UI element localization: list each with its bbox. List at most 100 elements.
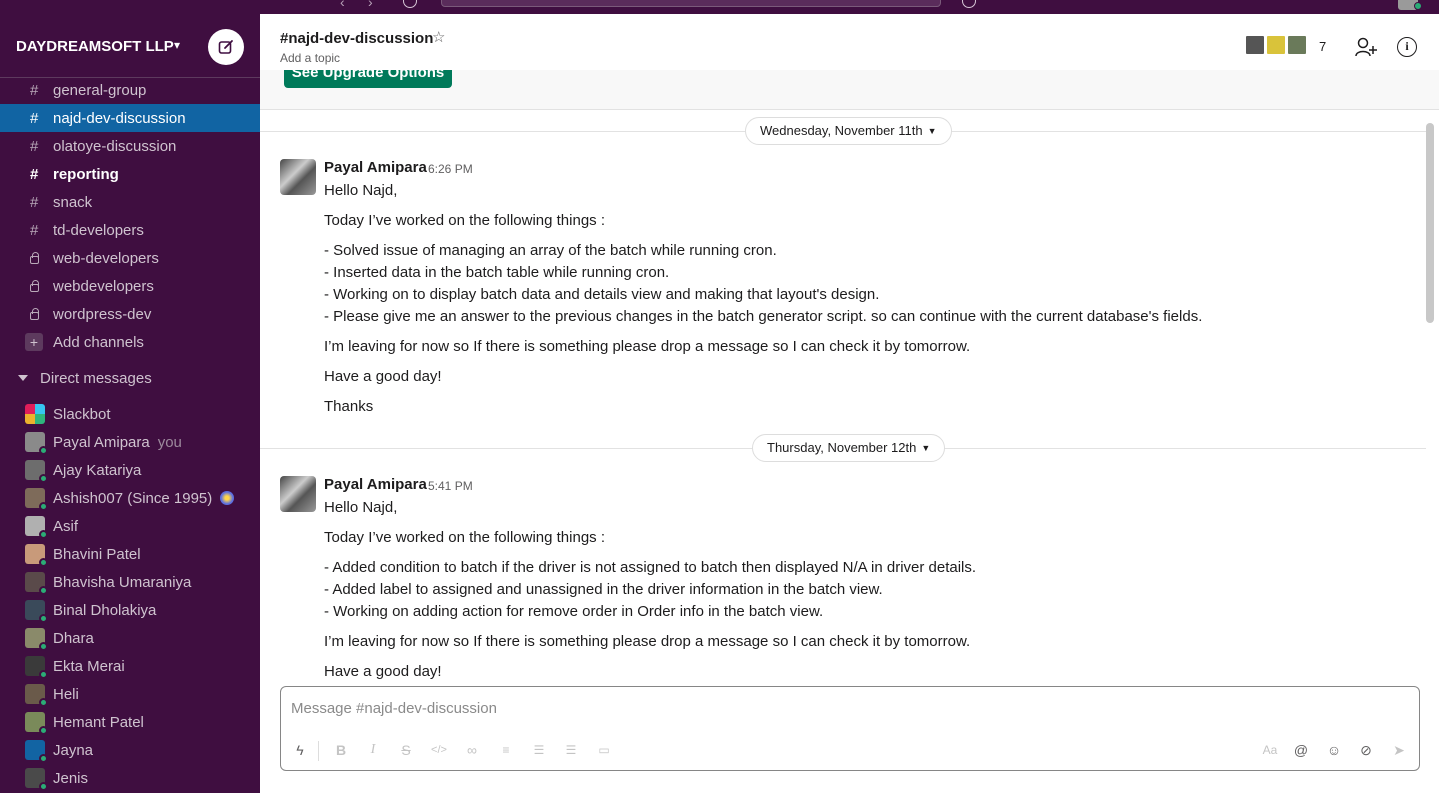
bold-icon[interactable]: B — [330, 739, 352, 761]
sidebar-channel-wordpress-dev[interactable]: wordpress-dev — [0, 300, 260, 328]
forward-arrow-icon[interactable]: › — [368, 0, 384, 10]
member-avatar — [1244, 34, 1266, 56]
status-emoji-icon — [220, 491, 235, 505]
sidebar-dm-item[interactable]: Bhavini Patel — [0, 540, 260, 568]
message-body: Hello Najd, Today I’ve worked on the foll… — [324, 180, 1202, 426]
upgrade-button[interactable]: See Upgrade Options — [284, 70, 452, 88]
dm-name: Bhavini Patel — [53, 545, 141, 563]
workspace-name[interactable]: DAYDREAMSOFT LLP — [16, 38, 174, 55]
day-label: Thursday, November 12th — [767, 440, 917, 455]
sidebar-channel-najd-dev-discussion[interactable]: # najd-dev-discussion — [0, 104, 260, 132]
channel-list: # general-group # najd-dev-discussion # olato… — [0, 76, 260, 792]
channel-label: webdevelopers — [53, 277, 154, 295]
channel-title[interactable]: #najd-dev-discussion — [280, 30, 433, 47]
task-item: - Solved issue of managing an array of t… — [324, 242, 777, 259]
avatar[interactable] — [280, 159, 316, 195]
presence-indicator — [39, 474, 48, 483]
sidebar-channel-olatoye-discussion[interactable]: # olatoye-discussion — [0, 132, 260, 160]
sidebar-dm-item[interactable]: Bhavisha Umaraniya — [0, 568, 260, 596]
bulleted-list-icon[interactable]: ☰ — [528, 739, 550, 761]
add-member-icon[interactable] — [1355, 37, 1377, 57]
presence-indicator — [39, 558, 48, 567]
avatar — [25, 432, 48, 455]
sidebar-channel-td-developers[interactable]: # td-developers — [0, 216, 260, 244]
message-timestamp[interactable]: 5:41 PM — [428, 479, 473, 493]
help-icon[interactable] — [962, 0, 976, 8]
compose-button[interactable] — [208, 29, 244, 65]
main-pane: #najd-dev-discussion ☆ Add a topic 7 i S… — [260, 14, 1439, 793]
channel-label: reporting — [53, 165, 119, 183]
presence-indicator — [39, 754, 48, 763]
message-timestamp[interactable]: 6:26 PM — [428, 162, 473, 176]
message-list: Wednesday, November 11th ▼ Payal Amipara 6:… — [260, 111, 1439, 682]
mention-icon[interactable]: @ — [1290, 739, 1312, 761]
sidebar-dm-item[interactable]: Jayna — [0, 736, 260, 764]
channel-label: snack — [53, 193, 93, 211]
emoji-icon[interactable]: ☺ — [1323, 739, 1345, 761]
avatar[interactable] — [280, 476, 316, 512]
add-channels-button[interactable]: + Add channels — [0, 328, 260, 356]
sidebar-dm-item[interactable]: Hemant Patel — [0, 708, 260, 736]
sidebar-dm-item[interactable]: Binal Dholakiya — [0, 596, 260, 624]
sidebar-channel-general-group[interactable]: # general-group — [0, 76, 260, 104]
sidebar-dm-item[interactable]: Heli — [0, 680, 260, 708]
add-channels-label: Add channels — [53, 333, 144, 351]
channel-label: general-group — [53, 81, 147, 99]
chevron-down-icon: ▼ — [927, 126, 937, 136]
day-jump-button[interactable]: Wednesday, November 11th ▼ — [745, 117, 952, 145]
avatar — [25, 572, 48, 595]
message-author[interactable]: Payal Amipara — [324, 159, 427, 176]
code-block-icon[interactable]: ▭ — [593, 739, 615, 761]
message-author[interactable]: Payal Amipara — [324, 476, 427, 493]
code-icon[interactable]: </> — [428, 739, 450, 761]
sidebar-dm-item[interactable]: Ashish007 (Since 1995) — [0, 484, 260, 512]
chevron-down-icon[interactable]: ▾ — [174, 38, 180, 52]
member-count[interactable]: 7 — [1319, 39, 1326, 54]
italic-icon[interactable]: I — [362, 739, 384, 761]
send-icon[interactable]: ➤ — [1388, 739, 1410, 761]
format-toggle-icon[interactable]: Aa — [1259, 739, 1281, 761]
sidebar-dm-item[interactable]: Ekta Merai — [0, 652, 260, 680]
sidebar-channel-webdevelopers[interactable]: webdevelopers — [0, 272, 260, 300]
avatar — [25, 656, 48, 679]
sidebar-channel-web-developers[interactable]: web-developers — [0, 244, 260, 272]
history-icon[interactable] — [403, 0, 417, 8]
presence-indicator — [39, 642, 48, 651]
message-task-list: - Solved issue of managing an array of t… — [324, 240, 1202, 328]
lightning-icon[interactable]: ϟ — [289, 739, 311, 761]
sidebar-dm-item[interactable]: Dhara — [0, 624, 260, 652]
ordered-list-icon[interactable]: ≡ — [495, 739, 517, 761]
channel-topic[interactable]: Add a topic — [280, 51, 340, 65]
link-icon[interactable]: ∞ — [461, 739, 483, 761]
lock-icon — [30, 307, 39, 320]
sidebar-dm-item[interactable]: Asif — [0, 512, 260, 540]
message-input[interactable] — [291, 697, 1391, 719]
scrollbar[interactable] — [1426, 123, 1434, 323]
slackbot-icon — [25, 404, 45, 424]
hash-icon: # — [30, 165, 39, 183]
star-icon[interactable]: ☆ — [432, 28, 445, 46]
sidebar-channel-snack[interactable]: # snack — [0, 188, 260, 216]
attachment-icon[interactable]: ⊘ — [1355, 739, 1377, 761]
workspace-header[interactable]: DAYDREAMSOFT LLP ▾ — [0, 14, 260, 78]
blockquote-icon[interactable]: ☰ — [560, 739, 582, 761]
user-avatar[interactable] — [1398, 0, 1422, 10]
info-icon[interactable]: i — [1397, 37, 1417, 57]
search-input[interactable] — [441, 0, 941, 7]
sidebar-channel-reporting[interactable]: # reporting — [0, 160, 260, 188]
sidebar-dm-item[interactable]: Slackbot — [0, 400, 260, 428]
dm-name: Ajay Katariya — [53, 461, 142, 479]
sidebar-dm-item[interactable]: Ajay Katariya — [0, 456, 260, 484]
dm-name: Payal Amipara — [53, 433, 150, 451]
presence-indicator — [39, 446, 48, 455]
strikethrough-icon[interactable]: S — [395, 739, 417, 761]
avatar — [25, 516, 48, 539]
toolbar-divider — [318, 741, 319, 761]
sidebar-dm-item[interactable]: Jenis — [0, 764, 260, 792]
back-arrow-icon[interactable]: ‹ — [340, 0, 356, 10]
direct-messages-header[interactable]: Direct messages — [0, 356, 260, 400]
day-jump-button[interactable]: Thursday, November 12th ▼ — [752, 434, 946, 462]
sidebar-dm-item[interactable]: Payal Amipara you — [0, 428, 260, 456]
avatar — [25, 712, 48, 735]
member-avatars[interactable] — [1244, 34, 1308, 56]
